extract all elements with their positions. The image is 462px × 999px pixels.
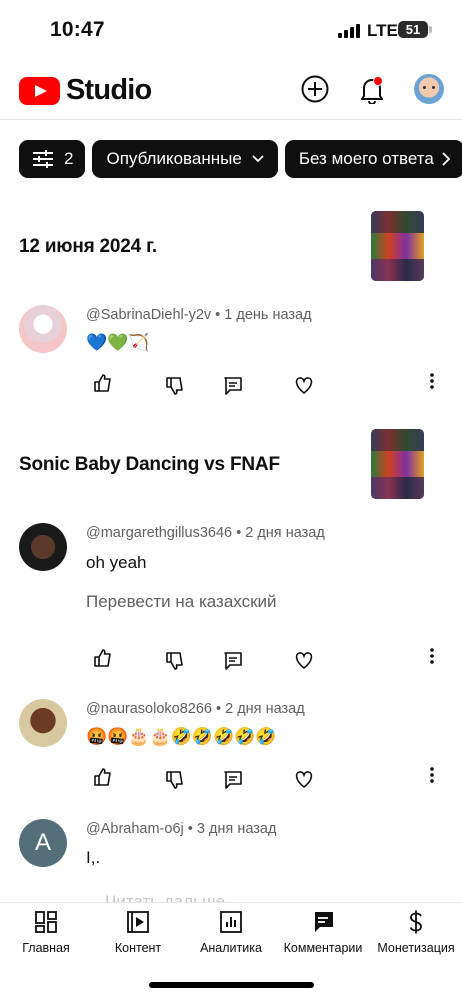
nav-analytics[interactable]: Аналитика (185, 909, 277, 955)
avatar[interactable] (19, 699, 67, 747)
network-type: LTE (367, 21, 398, 40)
video-header[interactable]: 12 июня 2024 г. (19, 211, 439, 285)
create-plus-icon[interactable] (301, 75, 329, 103)
comment-text: oh yeah (86, 553, 147, 572)
dollar-icon (409, 910, 422, 934)
comment-text: 💙💚🏹 (86, 333, 150, 352)
video-title: Sonic Baby Dancing vs FNAF (19, 454, 280, 475)
reply-icon[interactable] (222, 769, 244, 791)
chevron-down-icon (252, 155, 264, 163)
like-icon[interactable] (92, 647, 114, 669)
comment-author[interactable]: @SabrinaDiehl-y2v (86, 307, 211, 323)
video-thumbnail[interactable] (371, 429, 424, 499)
notification-dot (373, 76, 383, 86)
reply-icon[interactable] (222, 650, 244, 672)
status-bar: 10:47 LTE 51 (0, 0, 462, 60)
nav-dashboard[interactable]: Главная (0, 909, 92, 955)
nav-label: Монетизация (377, 941, 455, 955)
translate-link[interactable]: Перевести на казахский (86, 592, 277, 612)
studio-logo[interactable]: Studio (19, 74, 152, 107)
comment-time: 2 дня назад (245, 525, 325, 541)
filter-settings-chip[interactable]: 2 (19, 140, 86, 178)
avatar[interactable]: A (19, 819, 67, 867)
status-time: 10:47 (50, 18, 105, 41)
nav-comments[interactable]: Комментарии (277, 909, 369, 955)
analytics-icon (220, 911, 242, 933)
comment-author[interactable]: @naurasoloko8266 (86, 701, 212, 717)
comment-meta: @margarethgillus3646 • 2 дня назад (86, 525, 325, 541)
battery-level: 51 (405, 22, 421, 37)
youtube-logo-icon (19, 76, 60, 105)
nav-monetization[interactable]: Монетизация (370, 909, 462, 955)
nav-label: Контент (114, 941, 162, 955)
avatar[interactable] (19, 523, 67, 571)
reply-icon[interactable] (222, 375, 244, 397)
avatar[interactable] (19, 305, 67, 353)
chevron-right-icon (442, 152, 450, 166)
dislike-icon[interactable] (164, 769, 186, 791)
avatar-letter: A (34, 829, 51, 856)
comment-meta: @SabrinaDiehl-y2v • 1 день назад (86, 307, 312, 323)
home-indicator[interactable] (149, 982, 314, 988)
nav-label: Главная (22, 941, 70, 955)
comment-text: 🤬🤬🎂🎂🤣🤣🤣🤣🤣 (86, 727, 277, 746)
content-icon (127, 911, 149, 933)
dislike-icon[interactable] (164, 650, 186, 672)
video-thumbnail[interactable] (371, 211, 424, 281)
chip-no-reply[interactable]: Без моего ответа (284, 140, 462, 178)
heart-icon[interactable] (293, 649, 315, 671)
comment-time: 3 дня назад (196, 821, 277, 837)
nav-label: Комментарии (283, 941, 363, 955)
logo-text: Studio (66, 74, 152, 106)
comment-time: 2 дня назад (225, 701, 305, 717)
like-icon[interactable] (92, 372, 114, 394)
comment-meta: @naurasoloko8266 • 2 дня назад (86, 701, 305, 717)
chip-label: Без моего ответа (298, 149, 434, 168)
filter-count: 2 (64, 149, 74, 168)
more-options-icon[interactable] (430, 767, 434, 783)
cellular-signal-icon (338, 24, 360, 38)
comment-actions (92, 766, 442, 790)
nav-content[interactable]: Контент (92, 909, 184, 955)
app-bar: Studio (0, 62, 462, 120)
comment-author[interactable]: @Abraham-o6j (86, 821, 184, 837)
comment-actions (92, 647, 442, 671)
comment-time: 1 день назад (224, 307, 312, 323)
account-avatar[interactable] (414, 74, 444, 104)
like-icon[interactable] (92, 766, 114, 788)
comment-meta: @Abraham-o6j • 3 дня назад (86, 821, 277, 837)
dashboard-icon (35, 911, 57, 933)
heart-icon[interactable] (293, 768, 315, 790)
chip-label: Опубликованные (106, 149, 242, 168)
battery-icon: 51 (398, 21, 428, 38)
chip-published[interactable]: Опубликованные (92, 140, 278, 178)
comment-actions (92, 372, 442, 396)
sliders-icon (33, 150, 53, 168)
heart-icon[interactable] (293, 374, 315, 396)
filter-bar: 2 Опубликованные Без моего ответа (19, 140, 462, 180)
more-options-icon[interactable] (430, 648, 434, 664)
video-header[interactable]: Sonic Baby Dancing vs FNAF (19, 429, 439, 503)
comment-text: I,. (86, 848, 101, 867)
more-options-icon[interactable] (430, 373, 434, 389)
comment-author[interactable]: @margarethgillus3646 (86, 525, 232, 541)
video-title: 12 июня 2024 г. (19, 236, 157, 257)
nav-label: Аналитика (200, 941, 262, 955)
comments-icon (313, 912, 333, 932)
dislike-icon[interactable] (164, 375, 186, 397)
